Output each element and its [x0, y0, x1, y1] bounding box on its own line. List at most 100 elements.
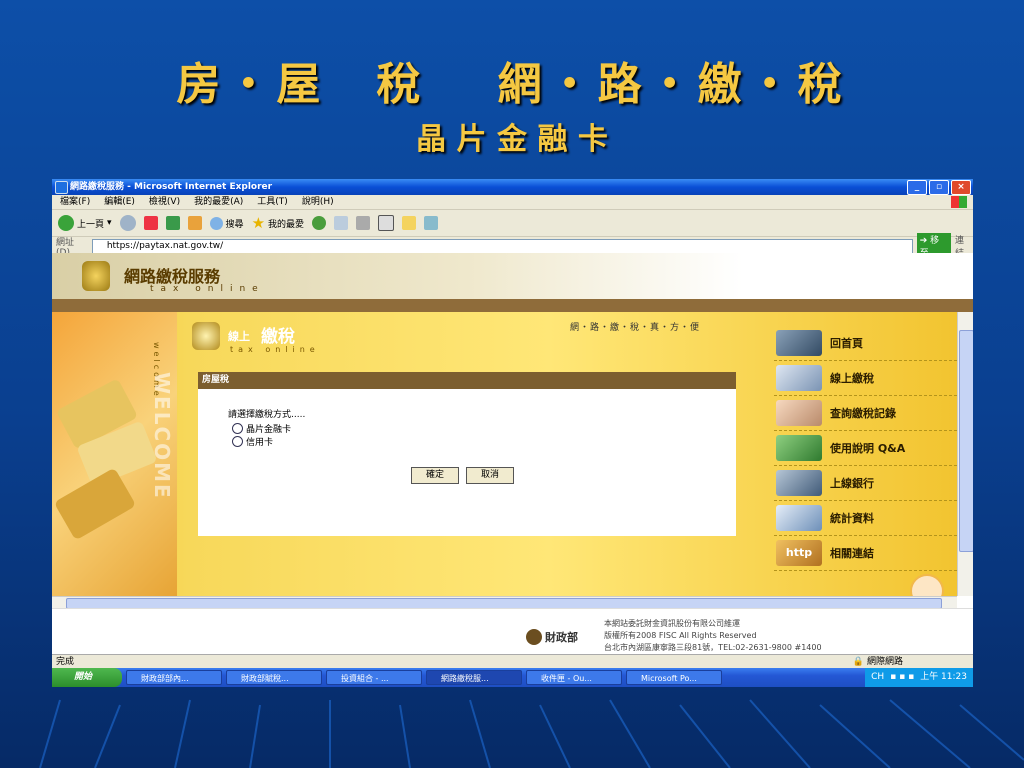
online-sub-label: tax online	[230, 345, 320, 354]
edit-icon[interactable]	[378, 215, 395, 231]
menu-help[interactable]: 說明(H)	[302, 195, 334, 209]
taskbar-item[interactable]: 投資組合 - ...	[326, 670, 422, 685]
help-photo-icon	[776, 435, 822, 461]
refresh-icon[interactable]	[165, 216, 180, 230]
taskbar-item[interactable]: 收件匣 - Ou...	[526, 670, 622, 685]
zone-label: 網際網路	[866, 657, 903, 667]
option-chip-card-label: 晶片金融卡	[246, 425, 292, 435]
stop-icon[interactable]	[143, 216, 158, 230]
zone-indicator: 🔒 網際網路	[852, 657, 903, 667]
favorites-label: 我的最愛	[268, 219, 305, 230]
ministry-name: 財政部	[545, 631, 578, 644]
vertical-scrollbar[interactable]	[957, 312, 973, 596]
ie-icon	[55, 181, 68, 194]
clock: 上午 11:23	[920, 672, 967, 682]
taskbar-item-active[interactable]: 網路繳稅服...	[426, 670, 522, 685]
address-input[interactable]: https://paytax.nat.gov.tw/	[91, 238, 913, 254]
option-credit-card-label: 信用卡	[246, 438, 274, 448]
window-titlebar: 網路繳稅服務 - Microsoft Internet Explorer _ ▫…	[52, 179, 973, 195]
header-band	[52, 299, 973, 312]
nav-home[interactable]: 回首頁	[774, 326, 957, 361]
slogan: 網・路・繳・稅・真・方・便	[570, 323, 701, 333]
online-big-label: 繳稅	[261, 327, 295, 347]
nav-stats[interactable]: 統計資料	[774, 501, 957, 536]
messenger-icon[interactable]	[424, 216, 439, 230]
nav-online-pay[interactable]: 線上繳稅	[774, 361, 957, 396]
menu-tools[interactable]: 工具(T)	[257, 195, 288, 209]
footer-info: 本網站委託財金資訊股份有限公司維運 版權所有2008 FISC All Righ…	[604, 618, 822, 654]
nav-home-label: 回首頁	[830, 337, 863, 350]
online-pay-photo-icon	[776, 365, 822, 391]
panel-title: 房屋稅	[198, 372, 736, 389]
card-image	[53, 467, 137, 541]
option-credit-card[interactable]: 信用卡	[232, 435, 273, 448]
menu-file[interactable]: 檔案(F)	[60, 195, 90, 209]
print-icon[interactable]	[356, 216, 371, 230]
payment-prompt: 請選擇繳稅方式.....	[228, 410, 306, 420]
nav-online-pay-label: 線上繳稅	[830, 372, 874, 385]
radio-chip-card[interactable]	[232, 423, 243, 434]
address-url: https://paytax.nat.gov.tw/	[106, 240, 224, 251]
search-button[interactable]: 搜尋	[209, 216, 244, 230]
menu-view[interactable]: 檢視(V)	[149, 195, 180, 209]
system-tray: CH ▪ ▪ ▪ 上午 11:23	[865, 668, 973, 687]
search-icon	[209, 216, 223, 230]
http-icon: http	[776, 540, 822, 566]
windows-flag-icon	[951, 196, 967, 208]
nav-records-label: 查詢繳稅記錄	[830, 407, 896, 420]
taskbar: 開始 財政部部內... 財政部賦稅... 投資組合 - ... 網路繳稅服...…	[52, 668, 973, 687]
forward-button[interactable]	[119, 215, 136, 231]
taskbar-item[interactable]: 財政部賦稅...	[226, 670, 322, 685]
minimize-button[interactable]: _	[907, 180, 927, 195]
tray-icons[interactable]: ▪ ▪ ▪	[890, 668, 914, 687]
online-small-label: 線上	[228, 330, 250, 343]
side-nav: 回首頁 線上繳稅 查詢繳稅記錄 使用說明 Q&A 上線銀行 統計資料 http 相…	[774, 326, 957, 571]
nav-links-label: 相關連結	[830, 547, 874, 560]
language-indicator[interactable]: CH	[871, 668, 884, 687]
menu-edit[interactable]: 編輯(E)	[104, 195, 135, 209]
menu-favorites[interactable]: 我的最愛(A)	[194, 195, 243, 209]
online-tax-logo-icon	[192, 322, 220, 350]
search-label: 搜尋	[225, 219, 244, 230]
taskbar-item[interactable]: 財政部部內...	[126, 670, 222, 685]
folder-icon[interactable]	[402, 216, 417, 230]
toolbar: 上一頁 ▾ 搜尋 ★ 我的最愛	[52, 210, 973, 237]
web-page: 網路繳稅服務 tax online welcome WELCOME 線上 繳稅 …	[52, 253, 973, 608]
browser-window: 網路繳稅服務 - Microsoft Internet Explorer _ ▫…	[52, 179, 973, 687]
cancel-button[interactable]: 取消	[466, 467, 514, 484]
vertical-scroll-thumb[interactable]	[959, 330, 973, 552]
status-bar: 完成 🔒 網際網路	[52, 654, 973, 668]
media-icon[interactable]	[312, 216, 327, 230]
banks-photo-icon	[776, 470, 822, 496]
star-icon: ★	[251, 214, 266, 232]
ministry-seal-icon	[526, 629, 542, 645]
menubar: 檔案(F) 編輯(E) 檢視(V) 我的最愛(A) 工具(T) 說明(H)	[52, 195, 973, 210]
nav-banks-label: 上線銀行	[830, 477, 874, 490]
slide-subtitle: 晶 片 金 融 卡	[416, 122, 608, 157]
taskbar-item[interactable]: Microsoft Po...	[626, 670, 722, 685]
nav-records[interactable]: 查詢繳稅記錄	[774, 396, 957, 431]
home-photo-icon	[776, 330, 822, 356]
radio-credit-card[interactable]	[232, 436, 243, 447]
status-text: 完成	[56, 657, 75, 667]
favorites-button[interactable]: ★ 我的最愛	[252, 214, 304, 232]
nav-links[interactable]: http 相關連結	[774, 536, 957, 571]
footer-line-3: 台北市內湖區康寧路三段81號，TEL:02-2631-9800 #1400	[604, 643, 822, 652]
back-arrow-icon	[58, 215, 74, 231]
maximize-button[interactable]: ▫	[929, 180, 949, 195]
nav-help[interactable]: 使用說明 Q&A	[774, 431, 957, 466]
window-title: 網路繳稅服務 - Microsoft Internet Explorer	[70, 182, 273, 192]
site-footer: 財政部 本網站委託財金資訊股份有限公司維運 版權所有2008 FISC All …	[52, 608, 973, 655]
option-chip-card[interactable]: 晶片金融卡	[232, 422, 291, 435]
horizontal-scroll-thumb[interactable]	[66, 598, 942, 608]
nav-banks[interactable]: 上線銀行	[774, 466, 957, 501]
close-button[interactable]: ×	[951, 180, 971, 195]
back-button[interactable]: 上一頁 ▾	[58, 215, 112, 231]
horizontal-scrollbar[interactable]	[52, 596, 957, 608]
home-icon[interactable]	[187, 216, 202, 230]
start-button[interactable]: 開始	[52, 668, 122, 687]
mail-icon[interactable]	[334, 216, 349, 230]
nav-stats-label: 統計資料	[830, 512, 874, 525]
confirm-button[interactable]: 確定	[411, 467, 459, 484]
nav-help-label: 使用說明 Q&A	[830, 442, 906, 455]
